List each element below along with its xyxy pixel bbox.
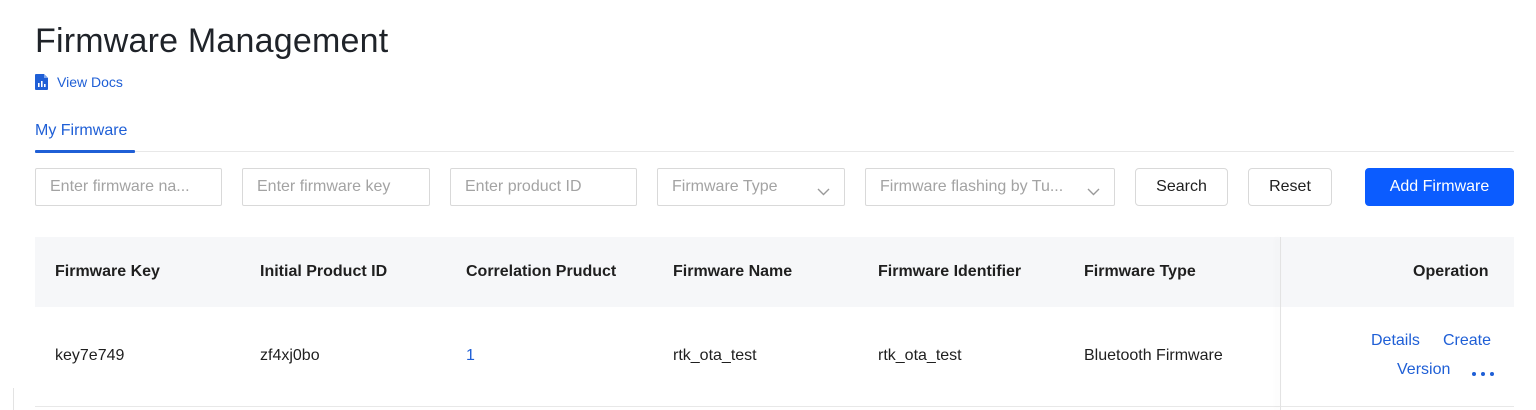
add-firmware-button[interactable]: Add Firmware [1365, 168, 1514, 206]
firmware-name-input[interactable] [36, 169, 221, 205]
column-header-firmware-name: Firmware Name [673, 263, 793, 280]
column-header-firmware-key: Firmware Key [55, 263, 160, 280]
column-header-firmware-type: Firmware Type [1084, 263, 1196, 280]
more-horizontal-icon[interactable] [1472, 369, 1494, 379]
cell-firmware-key: key7e749 [55, 347, 125, 364]
cell-firmware-identifier: rtk_ota_test [878, 347, 962, 364]
flashing-select-value: Firmware flashing by Tu... [880, 178, 1064, 195]
firmware-type-select[interactable]: Firmware Type [657, 168, 845, 206]
chevron-down-icon [1087, 183, 1100, 201]
firmware-name-field-wrap [35, 168, 222, 206]
product-id-input[interactable] [451, 169, 636, 205]
details-link[interactable]: Details [1371, 332, 1420, 350]
left-edge-divider [0, 388, 14, 410]
column-header-initial-product-id: Initial Product ID [260, 263, 388, 280]
tab-my-firmware[interactable]: My Firmware [35, 118, 135, 153]
flashing-select[interactable]: Firmware flashing by Tu... [865, 168, 1115, 206]
table-row: key7e749 zf4xj0bo 1 rtk_ota_test rtk_ota… [35, 307, 1514, 407]
document-chart-icon [35, 74, 49, 90]
fixed-column-divider [1280, 237, 1281, 410]
cell-correlation-product-link[interactable]: 1 [466, 347, 475, 365]
cell-firmware-name: rtk_ota_test [673, 347, 757, 364]
view-docs-link[interactable]: View Docs [35, 74, 123, 90]
cell-firmware-type: Bluetooth Firmware [1084, 347, 1223, 364]
column-header-operation: Operation [1413, 263, 1489, 280]
product-id-field-wrap [450, 168, 637, 206]
firmware-type-select-value: Firmware Type [672, 178, 778, 195]
tab-bar: My Firmware [35, 118, 1514, 153]
table-header: Firmware Key Initial Product ID Correlat… [35, 237, 1514, 307]
chevron-down-icon [817, 183, 830, 201]
create-version-link-line2[interactable]: Version [1397, 361, 1450, 379]
tab-my-firmware-label: My Firmware [35, 122, 128, 139]
search-button[interactable]: Search [1135, 168, 1228, 206]
create-version-link[interactable]: Create [1443, 332, 1491, 350]
column-header-firmware-identifier: Firmware Identifier [878, 263, 1022, 280]
reset-button[interactable]: Reset [1248, 168, 1332, 206]
active-tab-indicator [35, 150, 135, 153]
column-header-correlation-product: Correlation Pruduct [466, 263, 617, 280]
firmware-management-page: Firmware Management View Docs My Firmwar… [0, 0, 1536, 410]
firmware-table: Firmware Key Initial Product ID Correlat… [35, 237, 1514, 410]
firmware-key-field-wrap [242, 168, 430, 206]
view-docs-label: View Docs [57, 74, 123, 90]
cell-initial-product-id: zf4xj0bo [260, 347, 320, 364]
page-title: Firmware Management [35, 22, 389, 60]
firmware-key-input[interactable] [243, 169, 429, 205]
